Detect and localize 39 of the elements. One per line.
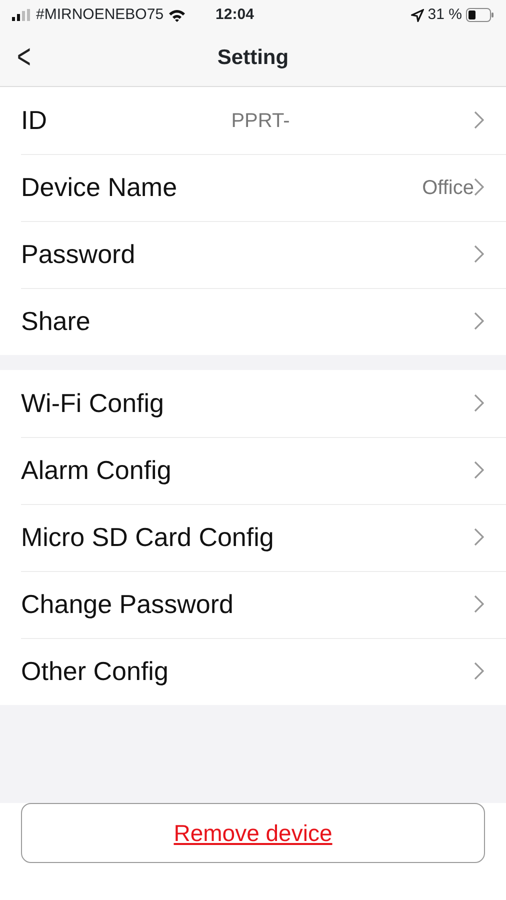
settings-row[interactable]: Micro SD Card Config	[0, 504, 506, 571]
row-value: Office	[422, 176, 474, 200]
settings-row[interactable]: ID PPRT-	[0, 87, 506, 154]
remove-device-button[interactable]: Remove device	[21, 803, 485, 863]
carrier-name: #MIRNOENEBO75	[36, 4, 164, 25]
settings-row[interactable]: Share	[0, 288, 506, 355]
chevron-icon	[474, 178, 484, 196]
clock-time: 12:04	[216, 4, 254, 25]
signal-icon	[12, 9, 32, 21]
row-label: Change Password	[21, 588, 234, 621]
settings-row[interactable]: Other Config	[0, 638, 506, 705]
settings-row[interactable]: Password	[0, 221, 506, 288]
row-label: Alarm Config	[21, 454, 172, 487]
row-label: Micro SD Card Config	[21, 521, 274, 554]
chevron-icon	[474, 662, 484, 680]
location-arrow-icon	[410, 8, 424, 22]
battery-icon	[466, 8, 494, 22]
chevron-icon	[474, 111, 484, 130]
chevron-icon	[474, 245, 484, 264]
row-label: Share	[21, 305, 90, 338]
chevron-icon	[474, 394, 484, 412]
chevron-icon	[474, 461, 484, 480]
row-value: PPRT-	[231, 108, 290, 134]
row-label: ID	[21, 104, 47, 137]
chevron-icon	[474, 528, 484, 546]
settings-row[interactable]: Alarm Config	[0, 437, 506, 504]
wifi-icon	[168, 8, 186, 22]
battery-percent: 31 %	[428, 4, 462, 25]
page-title: Setting	[217, 45, 289, 72]
chevron-icon	[474, 595, 484, 614]
row-label: Other Config	[21, 655, 168, 688]
settings-row[interactable]: Wi-Fi Config	[0, 370, 506, 437]
row-label: Device Name	[21, 171, 178, 204]
row-label: Password	[21, 238, 136, 271]
row-label: Wi-Fi Config	[21, 387, 164, 420]
settings-row[interactable]: Change Password	[0, 571, 506, 638]
back-button[interactable]: <	[16, 40, 31, 74]
settings-row[interactable]: Device Name Office	[0, 154, 506, 221]
chevron-icon	[474, 312, 484, 330]
